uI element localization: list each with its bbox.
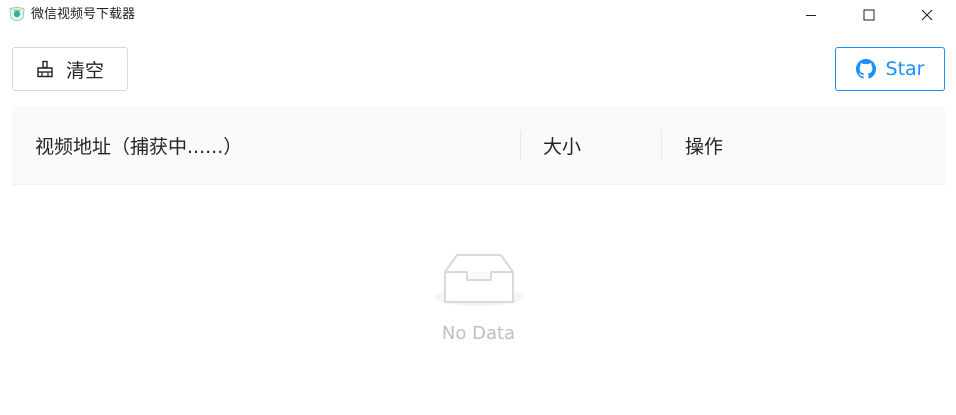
column-header-action: 操作 [685, 135, 724, 158]
minimize-button[interactable] [788, 0, 834, 30]
app-logo-icon [8, 6, 26, 24]
video-table: 视频地址（捕获中......） 大小 操作 No Data [12, 106, 945, 344]
title-bar: 微信视频号下载器 [0, 0, 956, 30]
column-header-video-url: 视频地址（捕获中......） [35, 135, 243, 158]
star-button-label: Star [885, 58, 925, 80]
broom-icon [36, 60, 54, 78]
clear-button-label: 清空 [65, 59, 104, 82]
empty-state: No Data [12, 185, 945, 415]
empty-inbox-icon [431, 250, 527, 310]
close-button[interactable] [904, 0, 950, 30]
maximize-icon [863, 9, 875, 21]
column-header-size: 大小 [543, 135, 582, 158]
column-divider [520, 130, 521, 160]
column-divider [661, 130, 662, 160]
github-star-button[interactable]: Star [835, 47, 945, 91]
close-icon [921, 9, 933, 21]
clear-button[interactable]: 清空 [12, 47, 128, 91]
github-icon [855, 59, 876, 79]
empty-text: No Data [441, 323, 516, 344]
maximize-button[interactable] [846, 0, 892, 30]
window-title: 微信视频号下载器 [31, 7, 136, 22]
table-header: 视频地址（捕获中......） 大小 操作 [12, 106, 945, 185]
minimize-icon [806, 15, 816, 16]
